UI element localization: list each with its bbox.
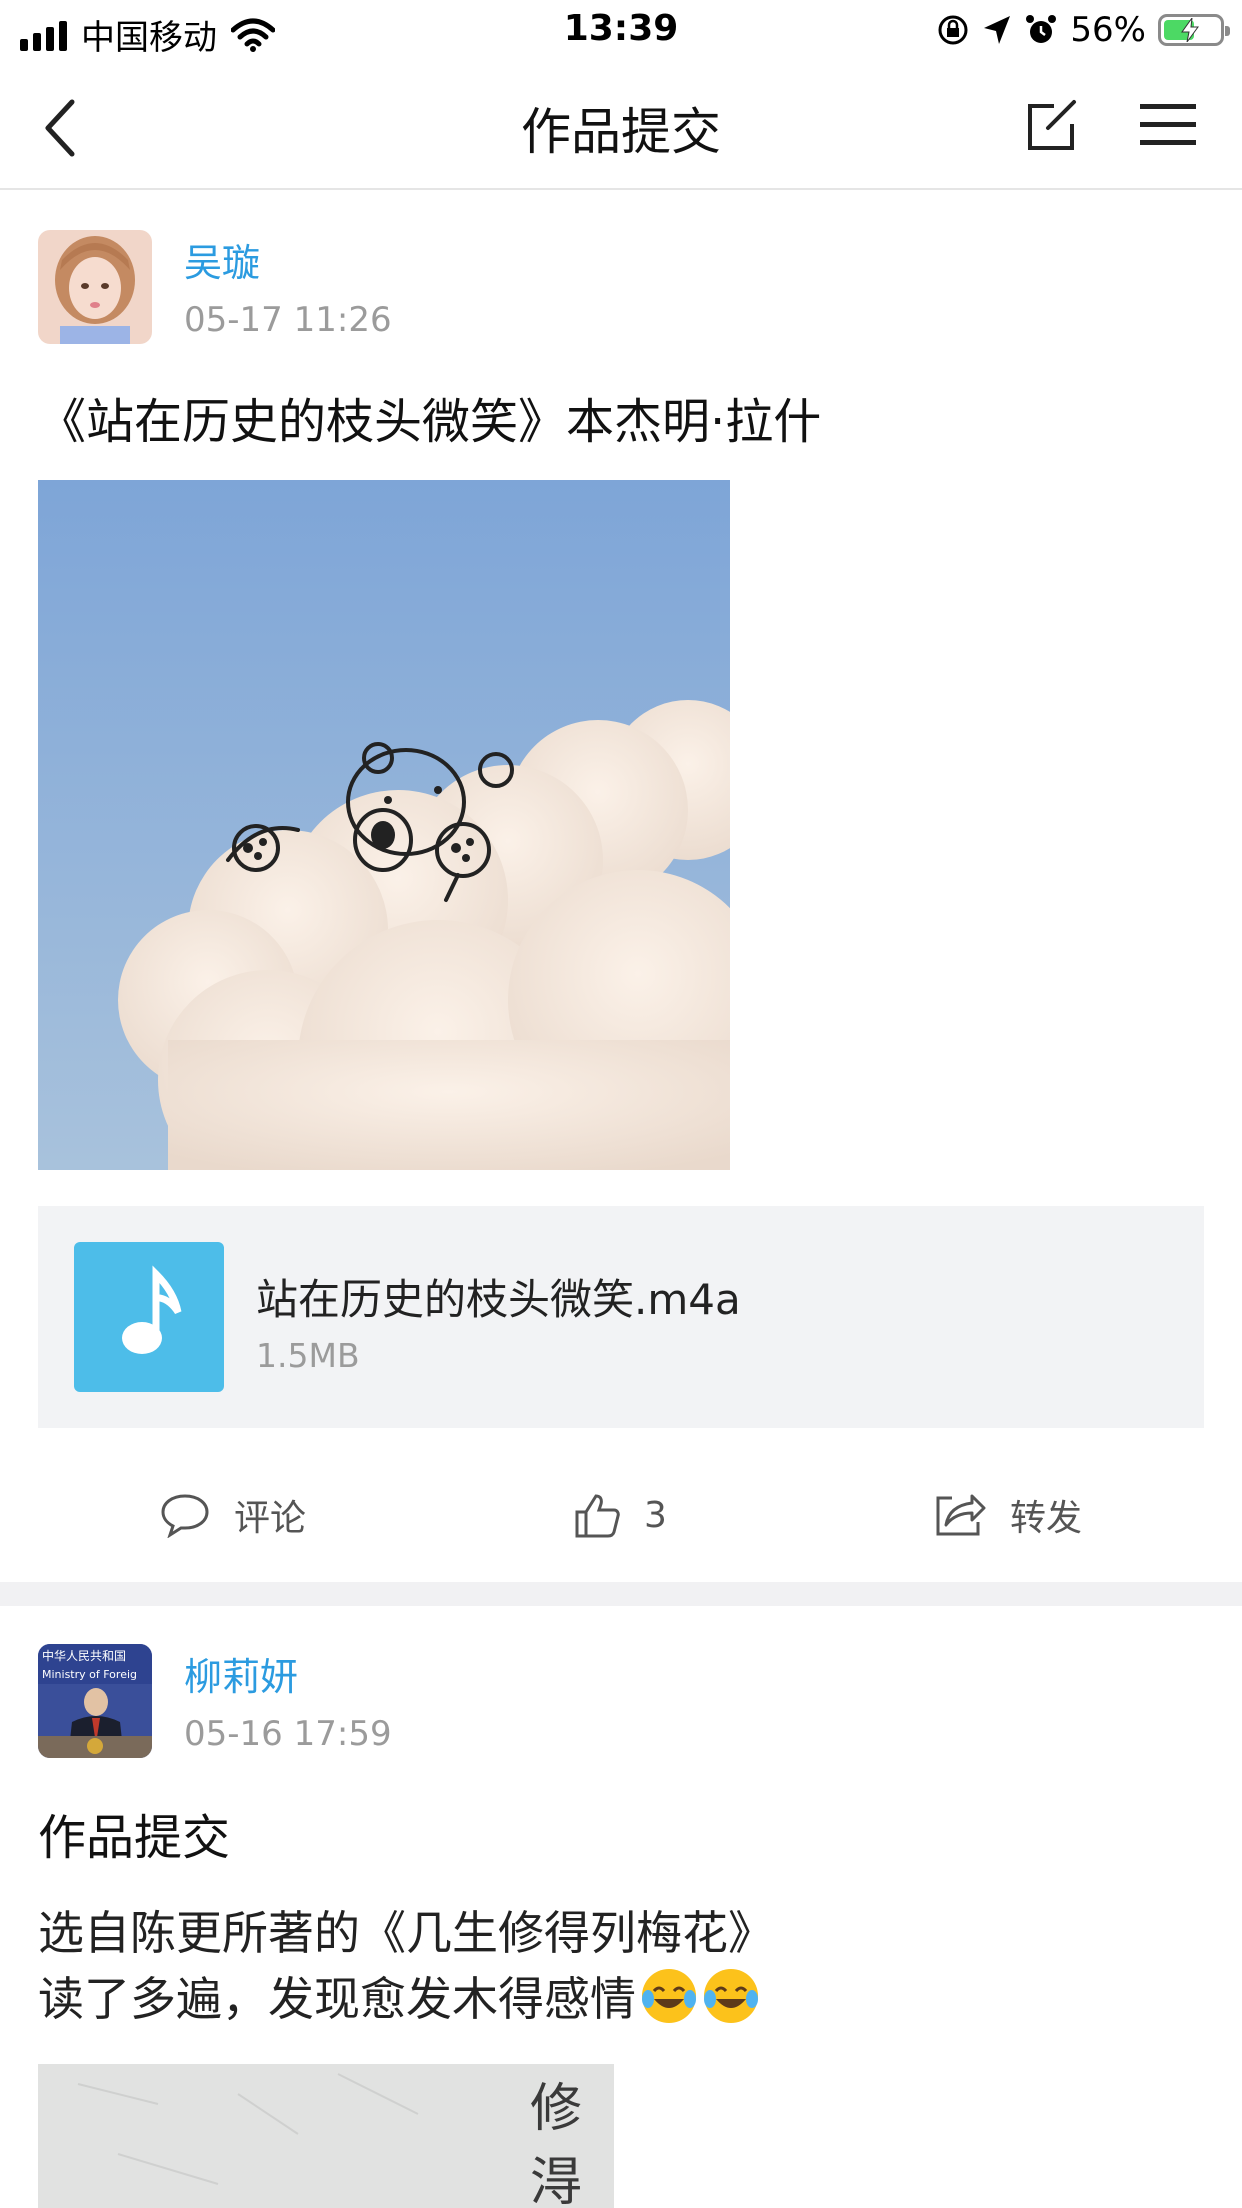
comment-icon [161, 1494, 209, 1538]
alarm-icon [1026, 15, 1057, 43]
avatar-text: 中华人民共和国 [42, 1648, 126, 1663]
post-image[interactable]: 修 淂 [38, 2064, 614, 2208]
post-body-line: 选自陈更所著的《几生修得列梅花》 [38, 1906, 774, 1960]
battery-icon [1158, 14, 1230, 46]
photo-text-char-1: 修 [530, 2079, 582, 2139]
like-button[interactable]: 3 [574, 1470, 667, 1560]
post-title: 作品提交 [38, 1810, 231, 1866]
tears-of-joy-emoji [642, 1969, 696, 2023]
avatar[interactable]: 中华人民共和国 Ministry of Foreig [38, 1644, 152, 1758]
photo-text-char-2: 淂 [530, 2153, 582, 2208]
avatar[interactable] [38, 230, 152, 344]
edit-icon[interactable] [1024, 98, 1080, 154]
like-count: 3 [644, 1494, 667, 1536]
svg-text:Ministry of Foreig: Ministry of Foreig [42, 1668, 137, 1681]
author-name[interactable]: 吴璇 [184, 232, 260, 287]
post-divider [0, 1582, 1242, 1606]
author-name[interactable]: 柳莉妍 [184, 1646, 298, 1701]
post-actions: 评论 3 转发 [0, 1470, 1242, 1560]
audio-attachment[interactable]: 站在历史的枝头微笑.m4a 1.5MB [38, 1206, 1204, 1428]
attachment-size: 1.5MB [256, 1336, 360, 1375]
location-icon [984, 16, 1011, 44]
status-bar: 中国移动 13:39 56% [0, 0, 1242, 62]
nav-bar: 作品提交 [0, 62, 1242, 190]
menu-icon[interactable] [1140, 100, 1198, 150]
post-time: 05-16 17:59 [184, 1714, 392, 1754]
comment-label: 评论 [234, 1498, 307, 1539]
tears-of-joy-emoji [704, 1969, 758, 2023]
battery-percent: 56% [1070, 10, 1146, 50]
share-label: 转发 [1010, 1498, 1083, 1539]
charging-bolt-icon [1181, 18, 1199, 42]
share-button[interactable]: 转发 [934, 1470, 1082, 1560]
post-title: 《站在历史的枝头微笑》本杰明·拉什 [38, 394, 822, 450]
share-icon [936, 1494, 986, 1536]
comment-button[interactable]: 评论 [160, 1470, 306, 1560]
post-image[interactable] [38, 480, 730, 1170]
attachment-filename: 站在历史的枝头微笑.m4a [256, 1275, 741, 1324]
post-time: 05-17 11:26 [184, 300, 392, 340]
thumbs-up-icon [575, 1494, 620, 1538]
post-body: 选自陈更所著的《几生修得列梅花》 读了多遍，发现愈发木得感情 [38, 1900, 774, 2032]
post-body-line-2: 读了多遍，发现愈发木得感情 [38, 1966, 774, 2032]
music-note-icon [74, 1242, 224, 1392]
rotation-lock-icon [938, 15, 968, 45]
